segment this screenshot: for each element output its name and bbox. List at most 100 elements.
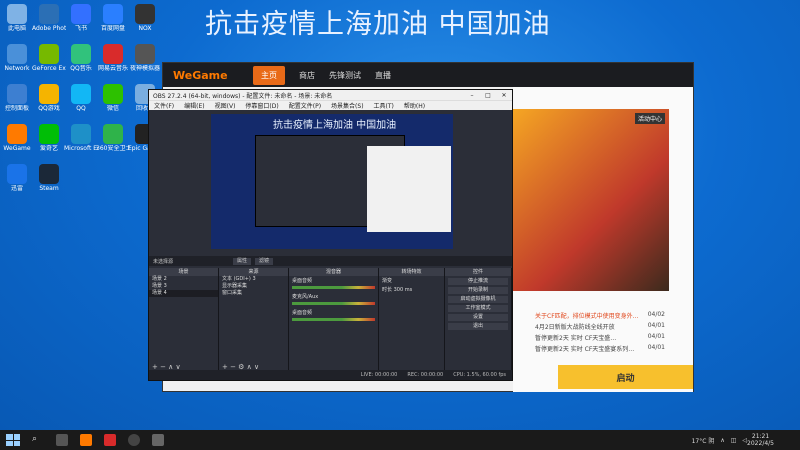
- tray-arrow-icon[interactable]: ∧: [720, 437, 724, 444]
- app-icon: [135, 44, 155, 64]
- desktop-icon[interactable]: 网易云音乐: [96, 44, 130, 72]
- duration-field[interactable]: 时长 300 ms: [379, 285, 444, 294]
- preview-wallpaper-title: 抗击疫情上海加油 中国加油: [273, 120, 397, 131]
- app-icon: [71, 44, 91, 64]
- news-list: 关于CF匹配，排位模式中使用变身外… 04/02 4月2日新版大战防线全线开放 04…: [535, 311, 665, 355]
- desktop-icon[interactable]: 360安全卫士: [96, 124, 130, 152]
- sources-dock: 来源 文本 (GDI+) 3 显示器采集 窗口采集 + − ⚙ ∧ ∨: [219, 268, 289, 372]
- virtual-camera-button[interactable]: 启动虚拟摄像机: [448, 296, 508, 303]
- stop-streaming-button[interactable]: 停止推流: [448, 278, 508, 285]
- list-item[interactable]: 4月2日新版大战防线全线开放 04/01: [535, 322, 665, 331]
- obs-window[interactable]: OBS 27.2.4 (64-bit, windows) - 配置文件: 未命名…: [148, 89, 513, 381]
- desktop-icon-label: Network: [4, 65, 30, 72]
- filters-button[interactable]: 滤镜: [255, 257, 274, 265]
- scene-item[interactable]: 场景 2: [149, 276, 218, 283]
- menu-view[interactable]: 视图(V): [215, 101, 236, 110]
- app-icon: [7, 124, 27, 144]
- desktop-icon[interactable]: WeGame: [0, 124, 34, 152]
- app-taskbar-icon[interactable]: [104, 434, 116, 446]
- studio-mode-button[interactable]: 工作室模式: [448, 305, 508, 312]
- start-recording-button[interactable]: 开始录制: [448, 287, 508, 294]
- transition-select[interactable]: 渐变: [379, 276, 444, 285]
- app-icon: [39, 124, 59, 144]
- desktop-icon-label: WeGame: [3, 145, 31, 152]
- rec-timer: REC: 00:00:00: [407, 372, 444, 378]
- desktop-icon[interactable]: 控制面板: [0, 84, 34, 112]
- desktop-icon[interactable]: 百度网盘: [96, 4, 130, 32]
- nav-preview-test[interactable]: 先锋测试: [329, 70, 361, 81]
- list-item[interactable]: 暂停更新2天 实时 CF天宝盛… 04/01: [535, 333, 665, 342]
- event-center-button[interactable]: 活动中心: [634, 113, 665, 124]
- desktop-icon-label: 飞书: [74, 25, 87, 32]
- desktop-icon[interactable]: Steam: [32, 164, 66, 192]
- exit-button[interactable]: 退出: [448, 323, 508, 330]
- app-icon: [71, 4, 91, 24]
- desktop-icon[interactable]: Adobe Photoshop: [32, 4, 66, 32]
- desktop-icon-label: 网易云音乐: [97, 65, 128, 72]
- controls-dock-title: 控件: [445, 268, 511, 276]
- scenes-dock: 场景 场景 2 场景 3 场景 4 + − ∧ ∨: [149, 268, 219, 372]
- launch-button[interactable]: 启动: [558, 365, 693, 389]
- mixer-channel[interactable]: 麦克风/Aux: [289, 292, 378, 308]
- desktop-icon[interactable]: QQ音乐: [64, 44, 98, 72]
- obs-preview[interactable]: 抗击疫情上海加油 中国加油: [211, 114, 453, 249]
- menu-scene-collection[interactable]: 场景集合(S): [331, 101, 364, 110]
- scene-item[interactable]: 场景 3: [149, 283, 218, 290]
- source-item[interactable]: 窗口采集: [219, 290, 288, 297]
- desktop-icon-label: 爱奇艺: [39, 145, 58, 152]
- minimize-icon[interactable]: –: [464, 92, 480, 99]
- desktop-icon[interactable]: Microsoft Edge: [64, 124, 98, 152]
- desktop-icon[interactable]: Network: [0, 44, 34, 72]
- desktop-icon-label: QQ: [76, 105, 86, 112]
- menu-file[interactable]: 文件(F): [154, 101, 174, 110]
- game-banner-image[interactable]: 活动中心: [513, 109, 669, 291]
- start-button[interactable]: [6, 434, 20, 446]
- desktop: 抗击疫情上海加油 中国加油 此电脑 Adobe Photoshop 飞书 百度网盘 NO…: [0, 0, 800, 430]
- scene-item[interactable]: 场景 4: [149, 290, 218, 297]
- desktop-icon[interactable]: QQ游戏: [32, 84, 66, 112]
- nav-home[interactable]: 主页: [253, 65, 285, 85]
- nav-live[interactable]: 直播: [375, 70, 391, 81]
- desktop-icon-label: GeForce Experience: [32, 65, 66, 72]
- desktop-icon[interactable]: 迅雷: [0, 164, 34, 192]
- settings-button[interactable]: 设置: [448, 314, 508, 321]
- desktop-icon[interactable]: NOX: [128, 4, 162, 32]
- desktop-icon-label: 控制面板: [4, 105, 29, 112]
- file-explorer-icon[interactable]: [152, 434, 164, 446]
- desktop-icon[interactable]: 夜神模拟器: [128, 44, 162, 72]
- desktop-icon[interactable]: 飞书: [64, 4, 98, 32]
- wegame-taskbar-icon[interactable]: [80, 434, 92, 446]
- desktop-icon[interactable]: 爱奇艺: [32, 124, 66, 152]
- menu-help[interactable]: 帮助(H): [404, 101, 425, 110]
- maximize-icon[interactable]: □: [480, 92, 496, 99]
- desktop-icon[interactable]: QQ: [64, 84, 98, 112]
- list-item[interactable]: 暂停更新2天 实时 CF天宝盛宴系列… 04/01: [535, 344, 665, 353]
- desktop-icon[interactable]: 微信: [96, 84, 130, 112]
- menu-profile[interactable]: 配置文件(P): [289, 101, 321, 110]
- menu-docks[interactable]: 停靠窗口(D): [245, 101, 278, 110]
- list-item[interactable]: 关于CF匹配，排位模式中使用变身外… 04/02: [535, 311, 665, 320]
- nav-store[interactable]: 商店: [299, 70, 315, 81]
- properties-button[interactable]: 属性: [233, 257, 252, 265]
- desktop-icon-label: 迅雷: [10, 185, 23, 192]
- mixer-channel[interactable]: 桌面音频: [289, 276, 378, 292]
- obs-docks: 场景 场景 2 场景 3 场景 4 + − ∧ ∨ 来源 文本 (GDI+) 3…: [149, 268, 512, 372]
- desktop-icon[interactable]: GeForce Experience: [32, 44, 66, 72]
- source-item[interactable]: 文本 (GDI+) 3: [219, 276, 288, 283]
- obs-titlebar: OBS 27.2.4 (64-bit, windows) - 配置文件: 未命名…: [149, 90, 512, 100]
- menu-edit[interactable]: 编辑(E): [184, 101, 204, 110]
- close-icon[interactable]: ✕: [496, 92, 512, 99]
- network-icon[interactable]: ◫: [731, 437, 737, 444]
- obs-taskbar-icon[interactable]: [128, 434, 140, 446]
- weather-widget[interactable]: 17°C 阴: [692, 436, 715, 445]
- mixer-channel[interactable]: 桌面音频: [289, 308, 378, 324]
- task-view-icon[interactable]: [56, 434, 68, 446]
- desktop-icon[interactable]: 此电脑: [0, 4, 34, 32]
- clock[interactable]: 21:21 2022/4/5: [747, 433, 774, 447]
- source-item[interactable]: 显示器采集: [219, 283, 288, 290]
- system-tray: 17°C 阴 ∧ ◫ ◁ 21:21 2022/4/5: [686, 433, 800, 447]
- menu-tools[interactable]: 工具(T): [374, 101, 394, 110]
- search-icon[interactable]: ⌕: [32, 434, 44, 446]
- clock-time: 21:21: [751, 433, 770, 440]
- live-timer: LIVE: 00:00:00: [360, 372, 398, 378]
